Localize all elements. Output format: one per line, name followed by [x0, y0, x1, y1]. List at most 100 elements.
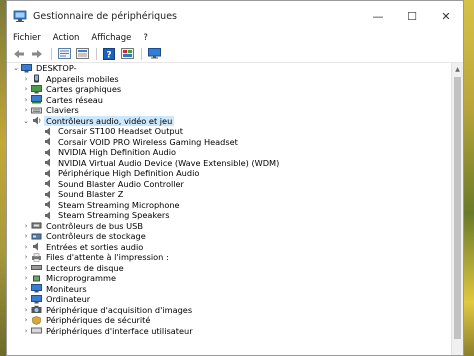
hid-icon: [31, 326, 42, 335]
mobile-device-icon: [31, 74, 42, 83]
chevron-right-icon[interactable]: ›: [21, 231, 31, 241]
vertical-scrollbar[interactable]: ▲: [451, 63, 463, 355]
tree-device-label: Périphérique High Definition Audio: [58, 168, 200, 179]
device-manager-icon: [13, 10, 27, 22]
tree-category-firmware[interactable]: › Microprogramme: [7, 273, 451, 284]
tree-category-label: Entrées et sorties audio: [46, 241, 144, 252]
forward-arrow-icon[interactable]: [29, 47, 45, 61]
toolbar-separator: [141, 47, 142, 60]
tree-device-label: Sound Blaster Audio Controller: [58, 178, 184, 189]
menu-fichier[interactable]: Fichier: [13, 33, 41, 43]
chevron-right-icon[interactable]: ›: [21, 326, 31, 336]
properties-icon[interactable]: [56, 47, 72, 61]
monitor-icon[interactable]: [146, 47, 162, 61]
chevron-right-icon[interactable]: ›: [21, 105, 31, 115]
scroll-thumb[interactable]: [454, 77, 461, 339]
tree-category-usb[interactable]: › Contrôleurs de bus USB: [7, 221, 451, 232]
tree-category-keyboards[interactable]: › Claviers: [7, 105, 451, 116]
tree-root[interactable]: ⌄ DESKTOP-: [7, 63, 451, 74]
tree-device-label: NVIDIA Virtual Audio Device (Wave Extens…: [58, 157, 280, 168]
tree-device-item[interactable]: NVIDIA High Definition Audio: [7, 147, 451, 158]
tree-category-label: Cartes graphiques: [46, 84, 122, 95]
window-title: Gestionnaire de périphériques: [33, 10, 177, 22]
speaker-icon: [43, 179, 54, 188]
device-manager-window: Gestionnaire de périphériques — ☐ ✕ Fich…: [6, 0, 464, 356]
chevron-right-icon[interactable]: ›: [21, 252, 31, 262]
imaging-device-icon: [31, 305, 42, 314]
help-icon[interactable]: ?: [101, 47, 117, 61]
scroll-up-arrow-icon[interactable]: ▲: [452, 63, 463, 75]
chevron-right-icon[interactable]: ›: [21, 221, 31, 231]
chevron-right-icon[interactable]: ›: [21, 84, 31, 94]
chevron-right-icon[interactable]: ›: [21, 95, 31, 105]
speaker-icon: [43, 137, 54, 146]
tree-category-label: Périphérique d'acquisition d'images: [46, 304, 193, 315]
tree-device-item[interactable]: NVIDIA Virtual Audio Device (Wave Extens…: [7, 158, 451, 169]
tree-device-item[interactable]: Steam Streaming Microphone: [7, 200, 451, 211]
toolbar: ?: [7, 45, 463, 63]
chevron-right-icon[interactable]: ›: [21, 315, 31, 325]
tree-device-item[interactable]: Sound Blaster Audio Controller: [7, 179, 451, 190]
chevron-right-icon[interactable]: ›: [21, 305, 31, 315]
tree-category-label: Périphériques de sécurité: [46, 315, 151, 326]
maximize-button[interactable]: ☐: [395, 1, 429, 31]
speaker-icon: [43, 148, 54, 157]
device-tree: ⌄ DESKTOP- › Appareils mobiles › Cartes …: [7, 63, 451, 355]
chevron-right-icon[interactable]: ›: [21, 294, 31, 304]
computer-icon: [31, 294, 42, 304]
tree-category-disk-drives[interactable]: › Lecteurs de disque: [7, 263, 451, 274]
speaker-icon: [43, 190, 54, 199]
network-adapter-icon: [31, 95, 42, 104]
tree-category-network[interactable]: › Cartes réseau: [7, 95, 451, 106]
tree-category-hid[interactable]: › Périphériques d'interface utilisateur: [7, 326, 451, 337]
tree-device-item[interactable]: Sound Blaster Z: [7, 189, 451, 200]
chevron-right-icon[interactable]: ›: [21, 242, 31, 252]
tree-category-print-queues[interactable]: › Files d'attente à l'impression :: [7, 252, 451, 263]
tree-category-audio-controllers[interactable]: ⌄ Contrôleurs audio, vidéo et jeu: [7, 115, 451, 127]
chevron-right-icon[interactable]: ›: [21, 273, 31, 283]
menu-help[interactable]: ?: [143, 33, 148, 43]
close-button[interactable]: ✕: [429, 1, 463, 31]
tree-category-imaging[interactable]: › Périphérique d'acquisition d'images: [7, 305, 451, 316]
tree-category-audio-io[interactable]: › Entrées et sorties audio: [7, 242, 451, 253]
firmware-icon: [31, 274, 42, 283]
tree-category-mobile[interactable]: › Appareils mobiles: [7, 74, 451, 85]
audio-controller-icon: [31, 116, 42, 125]
tree-category-label: Claviers: [46, 105, 79, 116]
tree-device-item[interactable]: Steam Streaming Speakers: [7, 210, 451, 221]
speaker-icon: [43, 169, 54, 178]
show-hidden-icon[interactable]: [119, 47, 135, 61]
chevron-down-icon[interactable]: ⌄: [21, 116, 31, 126]
tree-device-label: Corsair VOID PRO Wireless Gaming Headset: [58, 136, 238, 147]
chevron-down-icon[interactable]: ⌄: [11, 63, 21, 73]
menu-action[interactable]: Action: [53, 33, 80, 43]
title-bar[interactable]: Gestionnaire de périphériques — ☐ ✕: [7, 1, 463, 31]
usb-controller-icon: [31, 221, 42, 230]
back-arrow-icon[interactable]: [11, 47, 27, 61]
tree-category-monitors[interactable]: › Moniteurs: [7, 284, 451, 295]
tree-category-label: Ordinateur: [46, 294, 91, 305]
computer-icon: [21, 63, 32, 73]
svg-text:?: ?: [106, 50, 111, 60]
chevron-right-icon[interactable]: ›: [21, 284, 31, 294]
toolbar-separator: [96, 47, 97, 60]
tree-root-label: DESKTOP-: [36, 63, 77, 74]
update-driver-icon[interactable]: [74, 47, 90, 61]
tree-device-label: Steam Streaming Microphone: [58, 199, 180, 210]
chevron-right-icon[interactable]: ›: [21, 263, 31, 273]
speaker-icon: [43, 200, 54, 209]
tree-device-item[interactable]: Périphérique High Definition Audio: [7, 168, 451, 179]
tree-category-security[interactable]: › Périphériques de sécurité: [7, 315, 451, 326]
chevron-right-icon[interactable]: ›: [21, 74, 31, 84]
window-controls: — ☐ ✕: [361, 1, 463, 31]
tree-device-item[interactable]: Corsair ST100 Headset Output: [7, 126, 451, 137]
security-device-icon: [31, 315, 42, 325]
tree-category-storage[interactable]: › Contrôleurs de stockage: [7, 231, 451, 242]
tree-category-computer[interactable]: › Ordinateur: [7, 294, 451, 305]
tree-category-label: Cartes réseau: [46, 94, 103, 105]
disk-drive-icon: [31, 263, 42, 272]
minimize-button[interactable]: —: [361, 1, 395, 31]
menu-affichage[interactable]: Affichage: [91, 33, 131, 43]
tree-device-item[interactable]: Corsair VOID PRO Wireless Gaming Headset: [7, 137, 451, 148]
tree-category-display[interactable]: › Cartes graphiques: [7, 84, 451, 95]
